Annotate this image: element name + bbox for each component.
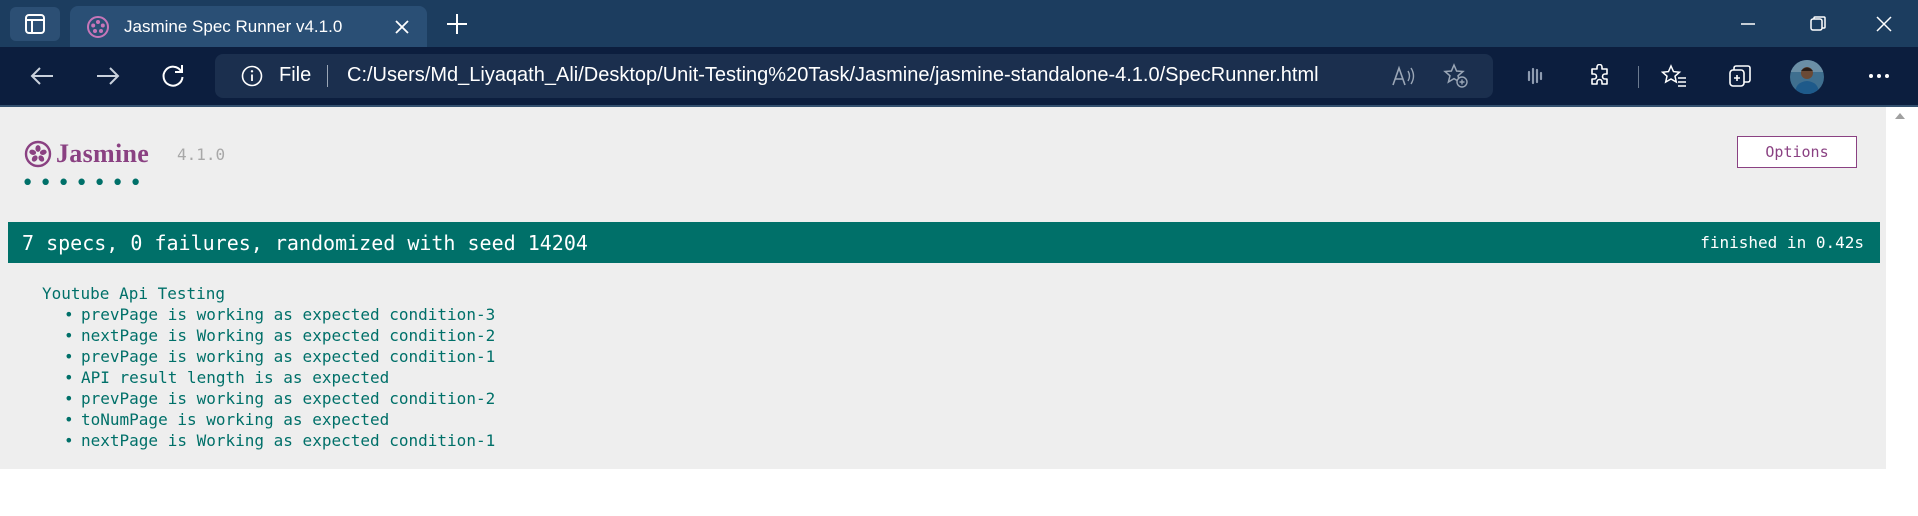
read-aloud-icon[interactable] xyxy=(1391,63,1417,89)
close-tab-icon[interactable] xyxy=(387,12,417,42)
spec-item: • nextPage is Working as expected conditi… xyxy=(64,325,495,346)
puzzle-icon[interactable] xyxy=(1583,59,1617,93)
site-info-label: File xyxy=(279,64,312,86)
spec-item: • toNumPage is working as expected xyxy=(64,409,495,430)
more-icon[interactable] xyxy=(1862,59,1896,93)
page-scrollbar[interactable] xyxy=(1886,107,1918,516)
profile-avatar[interactable] xyxy=(1790,60,1824,94)
tab-jasmine-spec-runner[interactable]: Jasmine Spec Runner v4.1.0 xyxy=(70,6,427,47)
spec-item: • API result length is as expected xyxy=(64,367,495,388)
bullet-icon: • xyxy=(64,326,74,345)
jasmine-flower-icon xyxy=(24,140,52,168)
spec-result-dots: • • • • • • • xyxy=(21,171,147,196)
forward-icon[interactable] xyxy=(88,56,128,96)
browser-toolbar: File C:/Users/Md_Liyaqath_Ali/Desktop/Un… xyxy=(0,47,1918,107)
collections-icon[interactable] xyxy=(1723,59,1757,93)
tab-actions-button[interactable] xyxy=(10,7,60,41)
jasmine-logo[interactable]: Jasmine xyxy=(24,139,149,169)
favorites-icon[interactable] xyxy=(1657,59,1691,93)
spec-passed-dot: • xyxy=(129,171,143,196)
spec-link[interactable]: toNumPage is working as expected xyxy=(81,410,389,429)
bullet-icon: • xyxy=(64,347,74,366)
add-favorite-icon[interactable] xyxy=(1443,63,1469,89)
bullet-icon: • xyxy=(64,389,74,408)
results-summary-bar: 7 specs, 0 failures, randomized with see… xyxy=(8,222,1880,263)
extension-icon[interactable] xyxy=(1518,59,1552,93)
toolbar-divider xyxy=(1638,66,1639,88)
spec-item: • prevPage is working as expected conditi… xyxy=(64,388,495,409)
spec-item: • prevPage is working as expected conditi… xyxy=(64,304,495,325)
scroll-up-arrow-icon[interactable] xyxy=(1894,112,1906,120)
info-icon[interactable] xyxy=(241,65,263,87)
summary-text: 7 specs, 0 failures, randomized with see… xyxy=(22,231,588,255)
spec-link[interactable]: nextPage is Working as expected conditio… xyxy=(81,326,495,345)
back-icon[interactable] xyxy=(22,56,62,96)
spec-passed-dot: • xyxy=(57,171,71,196)
jasmine-version: 4.1.0 xyxy=(177,145,226,164)
duration-text: finished in 0.42s xyxy=(1700,233,1864,252)
spec-passed-dot: • xyxy=(111,171,125,196)
bullet-icon: • xyxy=(64,410,74,429)
spec-item: • nextPage is Working as expected conditi… xyxy=(64,430,495,451)
spec-link[interactable]: nextPage is Working as expected conditio… xyxy=(81,431,495,450)
tab-actions-icon xyxy=(25,14,45,34)
spec-passed-dot: • xyxy=(21,171,35,196)
spec-link[interactable]: prevPage is working as expected conditio… xyxy=(81,389,495,408)
suite-results: Youtube Api Testing • prevPage is working… xyxy=(42,283,495,451)
close-window-icon[interactable] xyxy=(1849,0,1918,47)
spec-link[interactable]: prevPage is working as expected conditio… xyxy=(81,305,495,324)
spec-passed-dot: • xyxy=(75,171,89,196)
bullet-icon: • xyxy=(64,368,74,387)
address-divider xyxy=(327,65,328,87)
spec-passed-dot: • xyxy=(39,171,53,196)
suite-name-link[interactable]: Youtube Api Testing xyxy=(42,283,495,304)
url-text[interactable]: C:/Users/Md_Liyaqath_Ali/Desktop/Unit-Te… xyxy=(347,64,1319,87)
spec-link[interactable]: API result length is as expected xyxy=(81,368,389,387)
new-tab-icon[interactable] xyxy=(440,8,474,40)
refresh-icon[interactable] xyxy=(153,56,193,96)
bullet-icon: • xyxy=(64,305,74,324)
spec-link[interactable]: prevPage is working as expected conditio… xyxy=(81,347,495,366)
maximize-icon[interactable] xyxy=(1783,0,1853,47)
spec-passed-dot: • xyxy=(93,171,107,196)
spec-list: • prevPage is working as expected conditi… xyxy=(42,304,495,451)
tab-title: Jasmine Spec Runner v4.1.0 xyxy=(124,16,343,36)
address-bar[interactable]: File C:/Users/Md_Liyaqath_Ali/Desktop/Un… xyxy=(215,54,1493,98)
jasmine-report-page: Jasmine 4.1.0 Options • • • • • • • 7 sp… xyxy=(0,107,1886,469)
minimize-icon[interactable] xyxy=(1713,0,1783,47)
jasmine-favicon-icon xyxy=(86,15,110,39)
jasmine-logo-text: Jasmine xyxy=(56,139,150,168)
bullet-icon: • xyxy=(64,431,74,450)
options-button[interactable]: Options xyxy=(1737,136,1857,168)
spec-item: • prevPage is working as expected conditi… xyxy=(64,346,495,367)
browser-titlebar: Jasmine Spec Runner v4.1.0 xyxy=(0,0,1918,47)
